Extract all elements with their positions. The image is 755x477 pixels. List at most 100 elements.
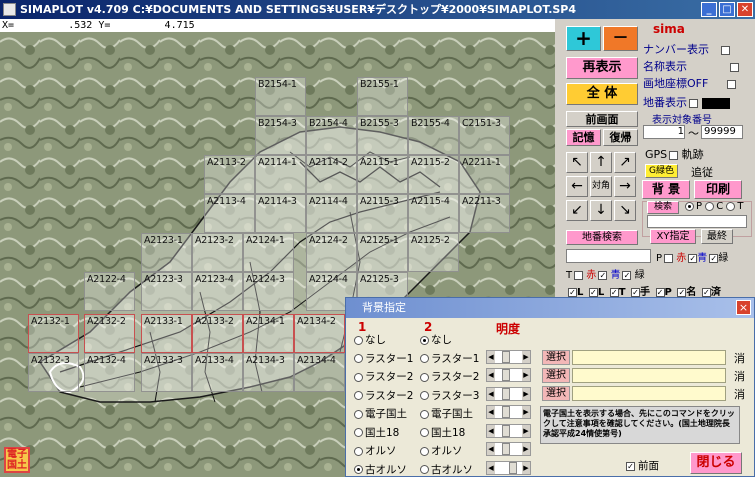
slider-right-arrow[interactable]: ▶ [522,461,530,474]
gps-checkbox[interactable] [669,150,679,160]
map-tile[interactable]: A2134-4 [294,353,345,392]
map-tile[interactable]: A2134-3 [243,353,294,392]
map-tile[interactable]: C2151-3 [459,116,510,155]
path-field-3[interactable] [572,386,726,401]
layer2-radio[interactable] [420,391,429,400]
layer-row-misc[interactable]: ✓L ✓L ✓T ✓手 ✓P ✓名 ✓済 [566,283,721,298]
map-tile[interactable]: B2155-3 [357,116,408,155]
brightness-slider[interactable]: ◀ ▶ [486,423,531,438]
select-button-1[interactable]: 選択 [542,350,570,365]
layer-row-t[interactable]: T 赤 ✓ 青 ✓ 緑 [566,266,645,281]
map-tile[interactable]: A2124-2 [306,233,357,272]
slider-left-arrow[interactable]: ◀ [487,406,495,418]
map-tile[interactable]: A2132-4 [84,353,135,392]
pan-down-button[interactable]: ↓ [590,200,612,221]
layer2-radio[interactable] [420,465,429,474]
map-tile[interactable]: A2114-3 [255,194,306,233]
dialog-close-action-button[interactable]: 閉じる [690,452,742,474]
g-green-button[interactable]: G緑色 [645,164,678,178]
map-tile[interactable]: A2123-2 [192,233,243,272]
map-tile[interactable]: A2134-2 [294,314,345,353]
map-tile[interactable]: B2154-3 [255,116,306,155]
search-c-radio[interactable] [705,201,715,211]
layer1-radio[interactable] [354,409,363,419]
front-option[interactable]: ✓ 前面 [624,458,659,473]
brightness-slider[interactable]: ◀ ▶ [486,368,531,382]
map-tile[interactable]: A2125-2 [408,233,459,272]
map-tile[interactable]: B2155-1 [357,77,408,116]
pan-left-button[interactable]: ← [566,176,588,197]
layer-misc-checkbox-6[interactable]: ✓ [677,287,687,297]
map-tile[interactable]: B2154-4 [306,116,357,155]
brightness-slider[interactable]: ◀ ▶ [486,405,531,419]
layer2-radio[interactable] [420,446,429,456]
brightness-slider[interactable]: ◀ ▶ [486,386,531,401]
lot-display-option[interactable]: 地番表示 [643,94,730,110]
layer1-radio[interactable] [354,465,363,474]
clear-button-1[interactable]: 消 [734,350,745,366]
map-tile[interactable]: A2115-1 [357,155,408,194]
path-field-2[interactable] [572,368,726,383]
layer2-option[interactable]: ラスター1 [420,351,479,366]
pan-up-button[interactable]: ↑ [590,152,612,173]
layer-t-checkbox[interactable] [574,270,584,280]
search-t-radio[interactable] [726,201,736,211]
front-checkbox[interactable]: ✓ [626,461,635,471]
slider-left-arrow[interactable]: ◀ [487,350,495,363]
brightness-slider[interactable]: ◀ ▶ [486,460,531,475]
map-tile[interactable]: A2133-1 [141,314,192,353]
layer2-option[interactable]: 古オルソ [420,462,473,477]
print-button[interactable]: 印刷 [694,180,742,199]
layer2-option[interactable]: 国土18 [420,425,465,440]
map-tile[interactable]: B2155-4 [408,116,459,155]
slider-left-arrow[interactable]: ◀ [487,443,495,455]
clear-button-3[interactable]: 消 [734,386,745,402]
range-from-input[interactable]: 1 [643,125,685,139]
layer-misc-checkbox-4[interactable]: ✓ [631,287,641,297]
close-button[interactable]: ✕ [737,2,753,17]
follow-label[interactable]: 追従 [691,164,713,180]
map-tile[interactable]: A2211-3 [459,194,510,233]
layer-misc-checkbox-3[interactable]: ✓ [609,287,619,297]
restore-button[interactable]: 復帰 [603,129,638,146]
xy-specify-button[interactable]: XY指定 [650,229,696,244]
layer-misc-checkbox-5[interactable]: ✓ [655,287,665,297]
pan-right-button[interactable]: → [614,176,636,197]
map-tile[interactable]: A2211-1 [459,155,510,194]
map-tile[interactable]: A2133-2 [192,314,243,353]
slider-thumb[interactable] [502,424,510,437]
map-tile[interactable]: A2115-4 [408,194,459,233]
select-button-2[interactable]: 選択 [542,368,570,383]
map-tile[interactable]: A2133-3 [141,353,192,392]
brightness-slider[interactable]: ◀ ▶ [486,442,531,456]
slider-thumb[interactable] [502,387,510,400]
layer1-option[interactable]: ラスター1 [354,351,413,366]
map-tile[interactable]: A2133-4 [192,353,243,392]
map-tile[interactable]: A2113-4 [204,194,255,233]
slider-right-arrow[interactable]: ▶ [522,350,530,363]
name-display-option[interactable]: 名称表示 [643,58,739,74]
map-tile[interactable]: A2115-3 [357,194,408,233]
slider-thumb[interactable] [509,461,517,474]
lot-color-swatch[interactable] [702,97,730,109]
slider-right-arrow[interactable]: ▶ [522,369,530,381]
layer2-option[interactable]: ラスター2 [420,369,479,384]
search-mode-radios[interactable]: P C T [685,201,744,212]
number-display-option[interactable]: ナンバー表示 [643,41,730,57]
layer1-radio[interactable] [354,428,363,437]
layer1-radio[interactable] [354,391,363,400]
map-tile[interactable]: A2132-3 [28,353,79,392]
layer2-radio[interactable] [420,428,429,437]
layer-misc-checkbox-2[interactable]: ✓ [588,287,598,297]
slider-right-arrow[interactable]: ▶ [522,424,530,437]
map-tile[interactable]: A2123-4 [192,272,243,311]
diagonal-button[interactable]: 対角 [590,176,612,197]
layer2-radio[interactable] [420,409,429,419]
pan-down-left-button[interactable]: ↙ [566,200,588,221]
map-tile[interactable]: A2132-1 [28,314,79,353]
lot-search-input[interactable] [566,249,651,263]
lot-search-button[interactable]: 地番検索 [566,230,638,245]
name-display-checkbox[interactable] [730,62,739,72]
layer-p-blue-checkbox[interactable]: ✓ [709,253,719,263]
map-tile[interactable]: A2114-4 [306,194,357,233]
